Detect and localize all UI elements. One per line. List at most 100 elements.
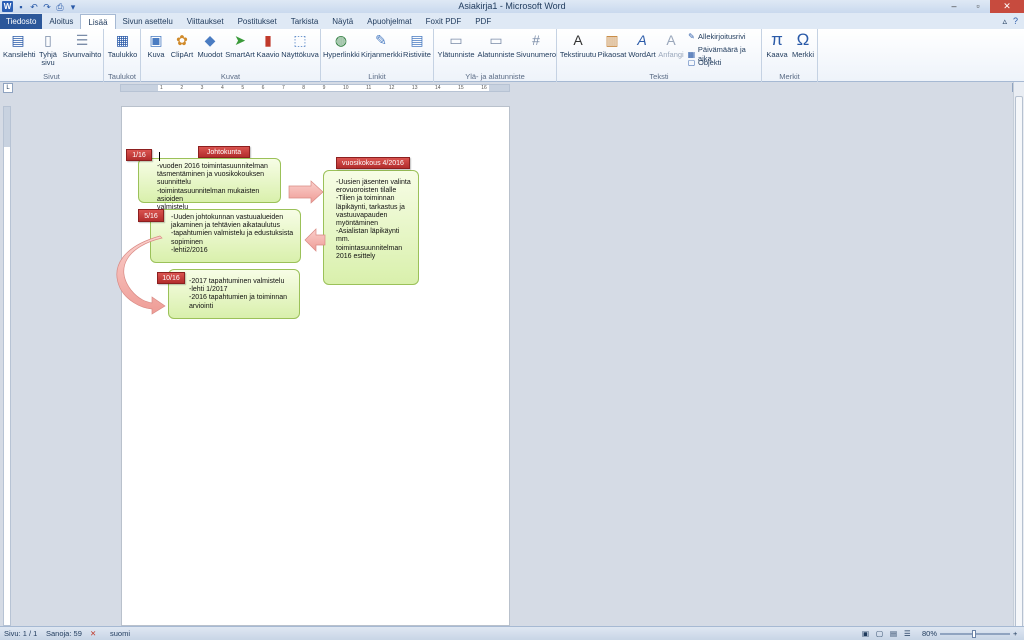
bookmark-icon: ✎ — [375, 32, 387, 48]
tab-insert[interactable]: Lisää — [80, 14, 116, 29]
cover-page-button[interactable]: ▤ Kansilehti — [3, 31, 36, 59]
box-vuosikokous[interactable]: -Uusien jäsenten valinta erovuoroisten t… — [323, 170, 419, 285]
chart-button[interactable]: ▮ Kaavio — [256, 31, 280, 59]
picture-icon: ▣ — [149, 32, 163, 48]
equation-button[interactable]: π Kaava — [764, 31, 790, 59]
maximize-button[interactable]: ▫ — [966, 0, 990, 13]
print-icon[interactable]: ⎙ — [55, 2, 65, 12]
zoom-level[interactable]: 80% — [922, 627, 937, 640]
object-button[interactable]: ▢ Objekti — [687, 58, 722, 67]
tag-vuosikokous[interactable]: vuosikokous 4/2016 — [336, 157, 410, 169]
bookmark-button[interactable]: ✎ Kirjanmerkki — [361, 31, 402, 59]
clipart-icon: ✿ — [176, 32, 188, 48]
word-app-icon[interactable]: W — [2, 1, 13, 12]
cross-reference-button[interactable]: ▤ Ristiviite — [402, 31, 432, 59]
signature-icon: ✎ — [688, 32, 695, 41]
tab-page-layout[interactable]: Sivun asettelu — [116, 14, 180, 29]
tab-home[interactable]: Aloitus — [42, 14, 80, 29]
box-10-16[interactable]: -2017 tapahtuminen valmistelu -lehti 1/2… — [168, 269, 300, 319]
footer-button[interactable]: ▭ Alatunniste — [476, 31, 516, 59]
globe-icon: ◍ — [334, 32, 348, 48]
group-tables: ▦ Taulukko Taulukot — [104, 29, 141, 82]
view-print-layout-icon[interactable]: ▣ — [862, 627, 869, 640]
undo-icon[interactable]: ↶ — [29, 2, 39, 12]
screenshot-icon: ⬚ — [293, 32, 307, 48]
zoom-in-icon[interactable]: + — [1013, 627, 1017, 640]
header-button[interactable]: ▭ Ylätunniste — [436, 31, 476, 59]
redo-icon[interactable]: ↷ — [42, 2, 52, 12]
chart-icon: ▮ — [264, 32, 272, 48]
clipart-button[interactable]: ✿ ClipArt — [169, 31, 195, 59]
box-1-16[interactable]: -vuoden 2016 toimintasuunnitelman täsmen… — [138, 158, 281, 211]
close-button[interactable]: ✕ — [990, 0, 1024, 13]
view-draft-icon[interactable]: ☰ — [904, 627, 911, 640]
zoom-slider[interactable] — [940, 630, 1010, 638]
header-icon: ▭ — [449, 32, 463, 48]
tab-foxit-pdf[interactable]: Foxit PDF — [419, 14, 469, 29]
shapes-button[interactable]: ◆ Muodot — [196, 31, 224, 59]
wordart-icon: A — [637, 32, 647, 48]
vertical-scrollbar[interactable] — [1013, 82, 1024, 636]
pi-icon: π — [771, 30, 783, 49]
minimize-button[interactable]: – — [942, 0, 966, 13]
screenshot-button[interactable]: ⬚ Näyttökuva — [281, 31, 319, 59]
hyperlink-button[interactable]: ◍ Hyperlinkki — [323, 31, 360, 59]
signature-line-button[interactable]: ✎ Allekirjoitusrivi — [687, 32, 745, 41]
tab-addins[interactable]: Apuohjelmat — [360, 14, 418, 29]
group-header-footer: ▭ Ylätunniste ▭ Alatunniste # Sivunumero… — [434, 29, 557, 82]
text-cursor — [159, 152, 160, 161]
drop-cap-button[interactable]: A Anfangi — [657, 31, 685, 59]
scroll-thumb[interactable] — [1015, 96, 1023, 636]
cover-page-icon: ▤ — [11, 32, 25, 48]
tab-pdf[interactable]: PDF — [468, 14, 498, 29]
page-number-button[interactable]: # Sivunumero — [516, 31, 556, 59]
tab-references[interactable]: Viittaukset — [180, 14, 231, 29]
table-icon: ▦ — [115, 32, 130, 48]
page-break-button[interactable]: ☰ Sivunvaihto — [62, 31, 102, 59]
proofing-icon[interactable]: ✕ — [90, 627, 96, 640]
picture-button[interactable]: ▣ Kuva — [145, 31, 167, 59]
window-controls: – ▫ ✕ — [942, 0, 1024, 13]
save-icon[interactable]: ▪ — [16, 2, 26, 12]
symbol-button[interactable]: Ω Merkki — [790, 31, 816, 59]
textbox-button[interactable]: A Tekstiruutu — [559, 31, 597, 59]
view-web-layout-icon[interactable]: ▤ — [890, 627, 897, 640]
cross-reference-icon: ▤ — [410, 32, 424, 48]
table-button[interactable]: ▦ Taulukko — [106, 31, 139, 59]
group-links: ◍ Hyperlinkki ✎ Kirjanmerkki ▤ Ristiviit… — [321, 29, 434, 82]
page-count[interactable]: Sivu: 1 / 1 — [4, 627, 37, 640]
view-full-screen-icon[interactable]: ▢ — [876, 627, 883, 640]
quick-parts-button[interactable]: ▥ Pikaosat — [597, 31, 627, 59]
tag-10-16[interactable]: 10/16 — [157, 272, 185, 284]
blank-page-button[interactable]: ▯ Tyhjä sivu — [36, 31, 60, 67]
box-5-16[interactable]: -Uuden johtokunnan vastuualueiden jakami… — [150, 209, 301, 263]
word-count[interactable]: Sanoja: 59 — [46, 627, 82, 640]
help-icon[interactable]: ? — [1013, 14, 1018, 29]
customize-qat-icon[interactable]: ▾ — [68, 2, 78, 12]
group-text: A Tekstiruutu ▥ Pikaosat A WordArt A Anf… — [557, 29, 762, 82]
tab-view[interactable]: Näytä — [325, 14, 360, 29]
wordart-button[interactable]: A WordArt — [627, 31, 657, 59]
window-title: Asiakirja1 - Microsoft Word — [458, 1, 566, 11]
language-indicator[interactable]: suomi — [110, 627, 130, 640]
status-bar: Sivu: 1 / 1 Sanoja: 59 ✕ suomi ▣ ▢ ▤ ☰ 8… — [0, 626, 1024, 640]
johtokunta-label[interactable]: Johtokunta — [198, 146, 250, 158]
horizontal-ruler[interactable]: 1 2 3 4 5 6 7 8 9 10 11 12 13 14 15 16 — [120, 84, 510, 92]
drop-cap-icon: A — [666, 32, 676, 48]
zoom-slider-knob[interactable] — [972, 630, 976, 638]
textbox-icon: A — [573, 32, 583, 48]
tag-5-16[interactable]: 5/16 — [138, 209, 164, 222]
tab-review[interactable]: Tarkista — [284, 14, 326, 29]
ribbon-tabs: Tiedosto Aloitus Lisää Sivun asettelu Vi… — [0, 13, 1024, 29]
tag-1-16[interactable]: 1/16 — [126, 149, 152, 161]
tab-selector[interactable]: L — [3, 83, 13, 93]
minimize-ribbon-icon[interactable]: ▵ — [1002, 14, 1007, 29]
group-illustrations: ▣ Kuva ✿ ClipArt ◆ Muodot ➤ SmartArt ▮ K… — [141, 29, 321, 82]
vertical-ruler[interactable] — [3, 106, 11, 626]
ribbon: ▤ Kansilehti ▯ Tyhjä sivu ☰ Sivunvaihto … — [0, 29, 1024, 82]
tab-mailings[interactable]: Postitukset — [231, 14, 284, 29]
smartart-button[interactable]: ➤ SmartArt — [225, 31, 255, 59]
tab-file[interactable]: Tiedosto — [0, 14, 43, 29]
quick-access-toolbar: W ▪ ↶ ↷ ⎙ ▾ — [0, 1, 78, 12]
footer-icon: ▭ — [489, 32, 503, 48]
